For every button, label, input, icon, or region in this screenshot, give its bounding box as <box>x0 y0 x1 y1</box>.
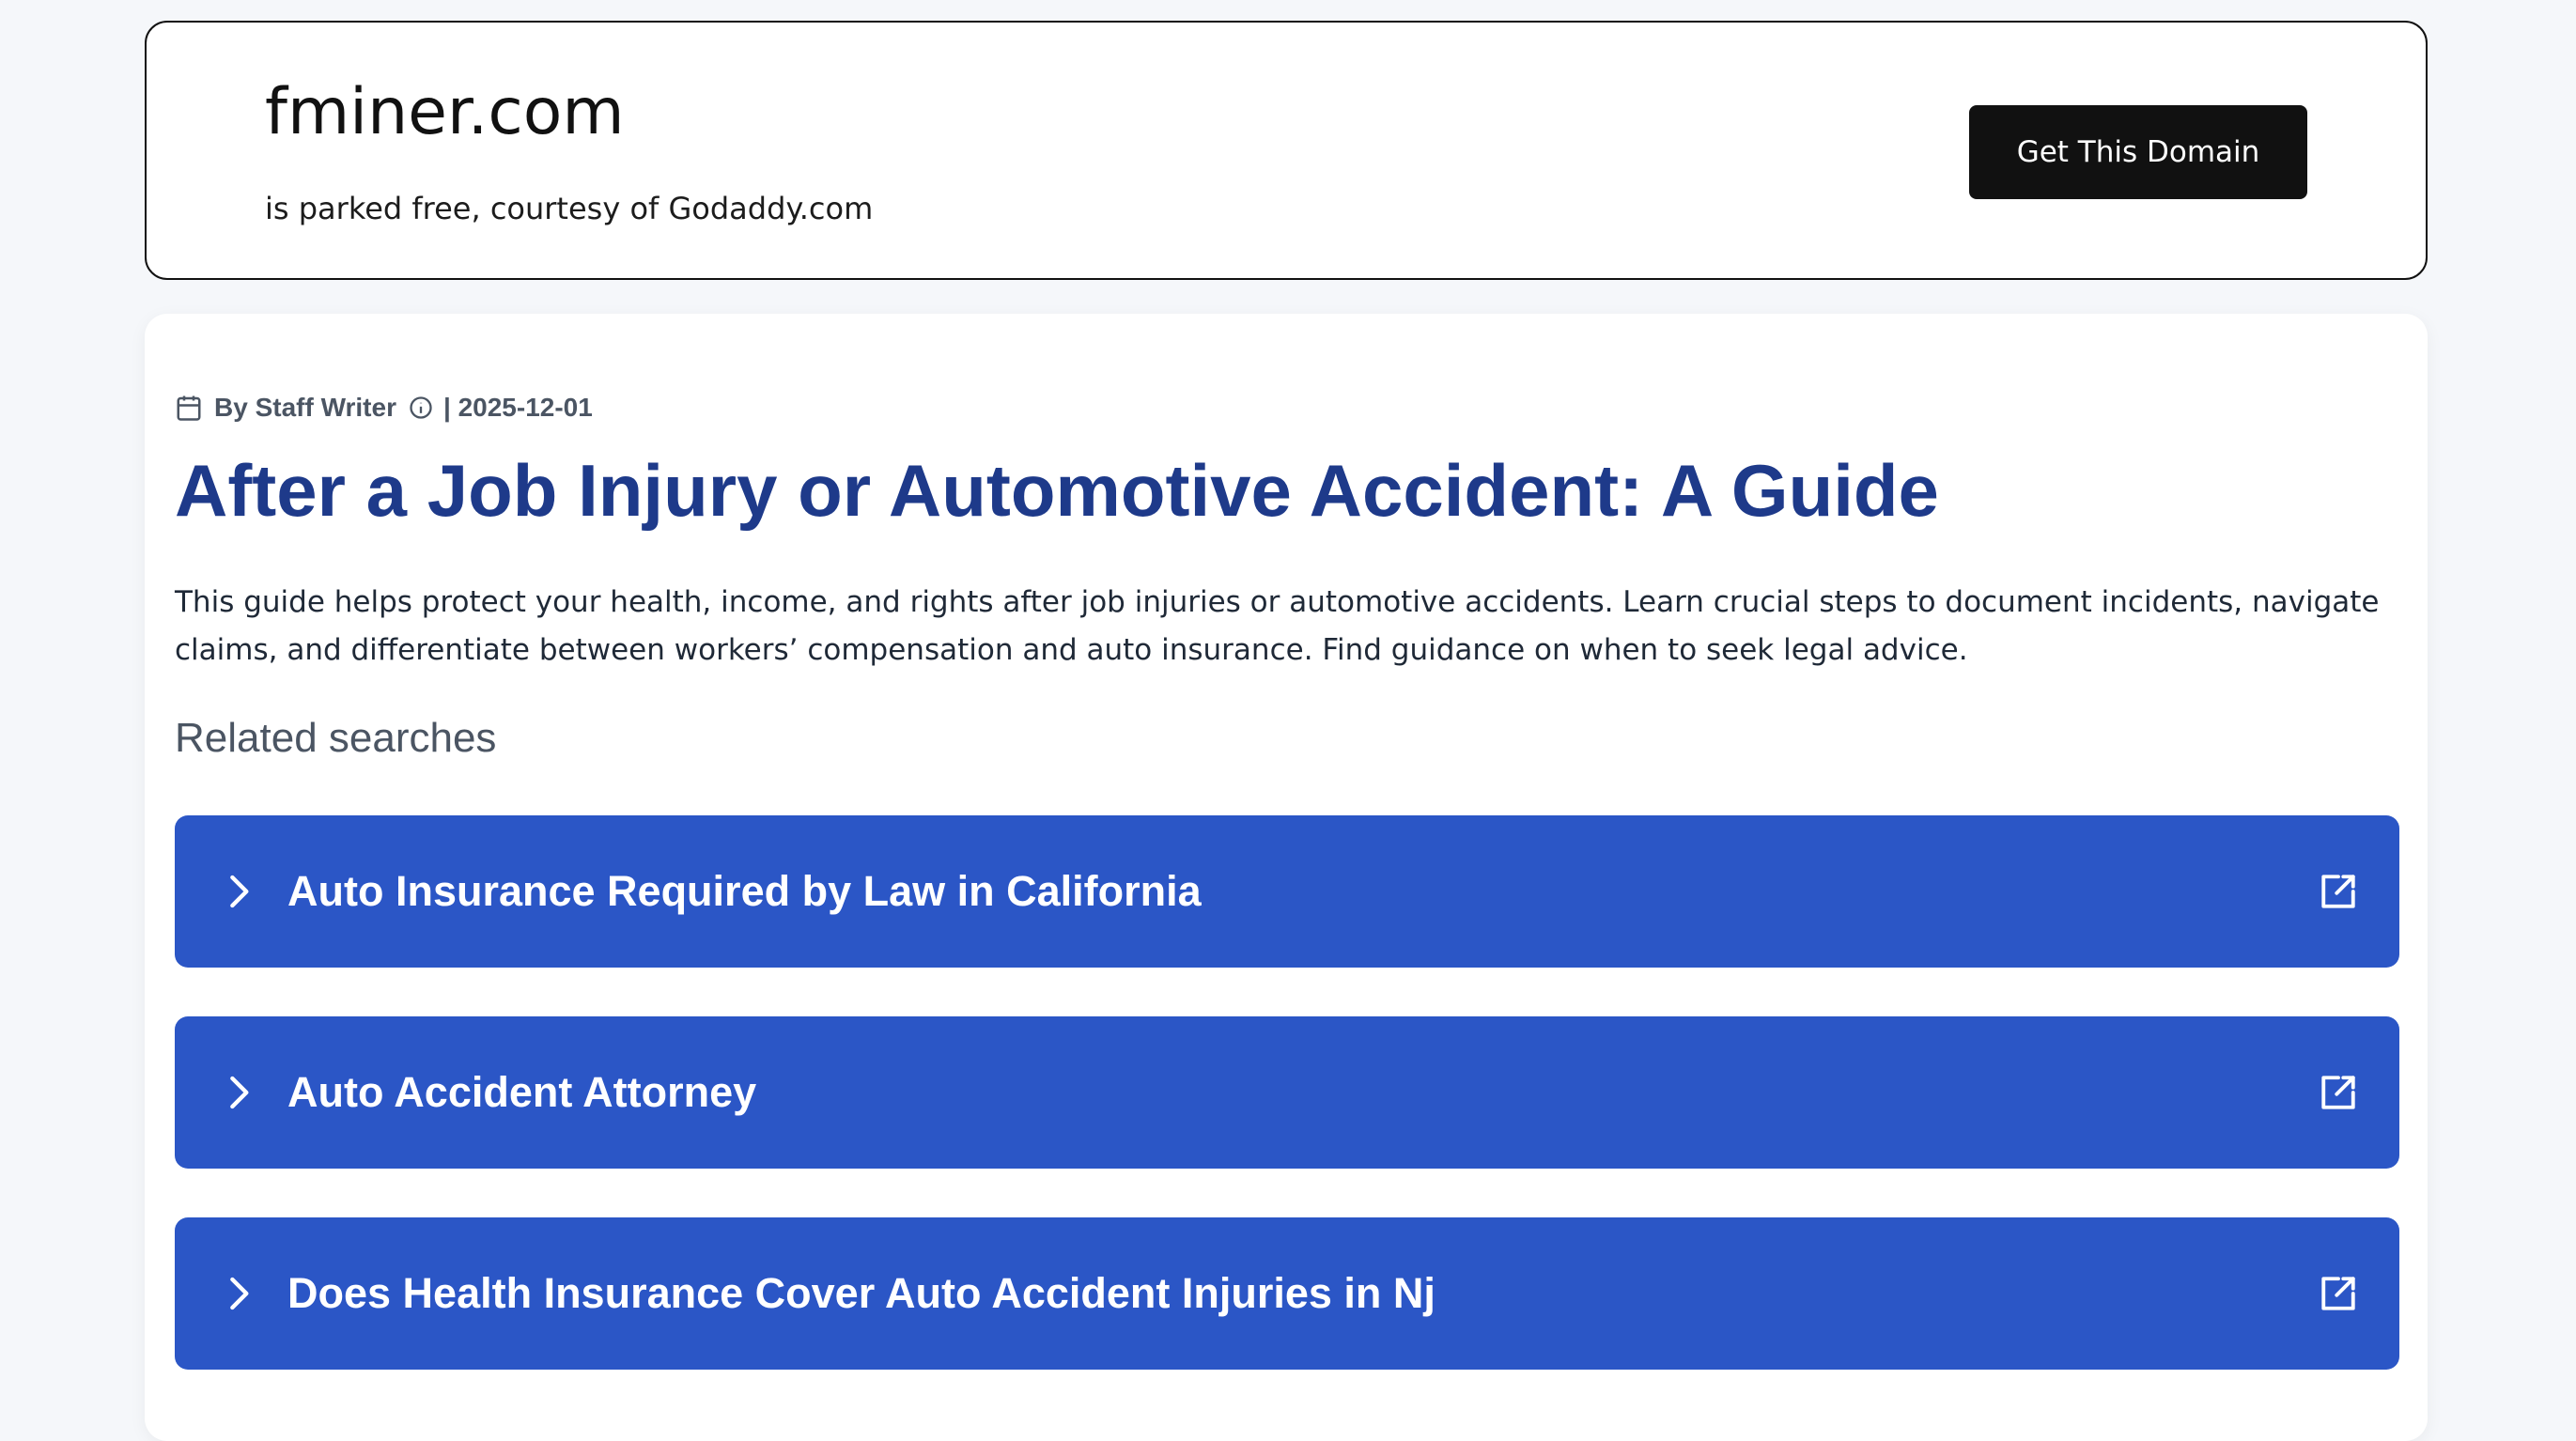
related-search-label: Does Health Insurance Cover Auto Acciden… <box>287 1269 1435 1317</box>
related-search-item[interactable]: Auto Accident Attorney <box>175 1016 2399 1169</box>
external-link-icon <box>2321 1277 2355 1310</box>
related-search-item[interactable]: Auto Insurance Required by Law in Califo… <box>175 815 2399 968</box>
related-searches-heading: Related searches <box>175 715 497 761</box>
chevron-right-icon <box>230 1076 249 1109</box>
domain-name: fminer.com <box>265 75 625 149</box>
get-this-domain-button[interactable]: Get This Domain <box>1969 105 2307 199</box>
chevron-right-icon <box>230 1277 249 1310</box>
related-search-label: Auto Accident Attorney <box>287 1068 757 1116</box>
article-meta: By Staff Writer | 2025-12-01 <box>175 391 593 425</box>
article-summary: This guide helps protect your health, in… <box>175 585 2380 667</box>
calendar-icon <box>175 394 203 422</box>
article-card: By Staff Writer | 2025-12-01 After a Job… <box>145 314 2428 1441</box>
related-search-item[interactable]: Does Health Insurance Cover Auto Acciden… <box>175 1217 2399 1370</box>
related-search-label: Auto Insurance Required by Law in Califo… <box>287 867 1202 915</box>
author-byline: By Staff Writer <box>214 393 396 422</box>
parking-note: is parked free, courtesy of Godaddy.com <box>265 191 874 226</box>
article-title: After a Job Injury or Automotive Acciden… <box>175 449 1939 532</box>
related-searches-list: Auto Insurance Required by Law in Califo… <box>175 815 2399 1418</box>
domain-parking-banner: fminer.com is parked free, courtesy of G… <box>145 21 2428 280</box>
chevron-right-icon <box>230 875 249 908</box>
external-link-icon <box>2321 875 2355 908</box>
external-link-icon <box>2321 1076 2355 1109</box>
info-icon[interactable] <box>408 395 434 421</box>
publish-date: | 2025-12-01 <box>442 393 593 422</box>
